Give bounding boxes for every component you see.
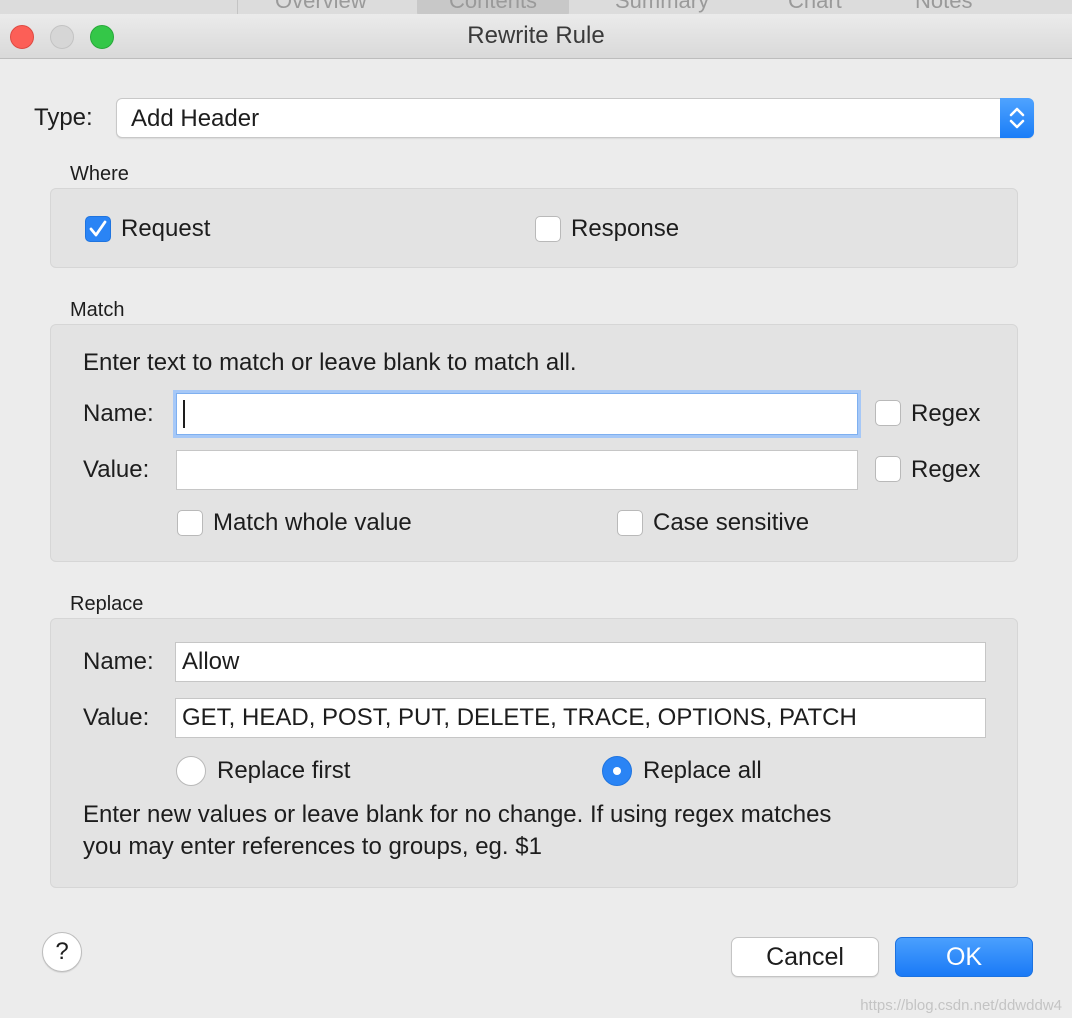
type-select-value: Add Header [131,105,260,132]
where-section-title: Where [70,163,129,185]
match-whole-value-checkbox[interactable] [177,510,203,536]
match-value-label: Value: [83,456,150,483]
case-sensitive-checkbox[interactable] [617,510,643,536]
background-tab-overview: Overview [275,0,367,13]
replace-value-label: Value: [83,704,150,731]
type-select[interactable]: Add Header [116,98,1034,138]
type-label: Type: [34,104,93,131]
cancel-button[interactable]: Cancel [731,937,879,977]
replace-note-line-1: Enter new values or leave blank for no c… [83,801,832,828]
name-regex-label[interactable]: Regex [911,400,980,428]
minimize-window-button[interactable] [50,25,74,49]
replace-note-line-2: you may enter references to groups, eg. … [83,833,542,860]
match-value-input[interactable] [176,450,858,490]
replace-value-input[interactable]: GET, HEAD, POST, PUT, DELETE, TRACE, OPT… [175,698,986,738]
close-window-button[interactable] [10,25,34,49]
window-title: Rewrite Rule [467,22,605,49]
response-label[interactable]: Response [571,215,679,243]
chevron-up-down-icon[interactable] [1000,98,1034,138]
value-regex-label[interactable]: Regex [911,456,980,484]
background-tab-bar: Overview Contents Summary Chart Notes [0,0,1072,14]
name-regex-checkbox[interactable] [875,400,901,426]
replace-note: Enter new values or leave blank for no c… [83,799,831,863]
replace-name-input[interactable]: Allow [175,642,986,682]
request-label[interactable]: Request [121,215,210,243]
match-whole-value-label[interactable]: Match whole value [213,509,412,537]
response-checkbox[interactable] [535,216,561,242]
replace-first-radio[interactable] [176,756,206,786]
match-name-label: Name: [83,400,154,427]
help-button[interactable]: ? [42,932,82,972]
zoom-window-button[interactable] [90,25,114,49]
match-group: Enter text to match or leave blank to ma… [50,324,1018,562]
replace-first-label[interactable]: Replace first [217,757,350,785]
replace-all-label[interactable]: Replace all [643,757,762,785]
replace-all-radio[interactable] [602,756,632,786]
match-section-title: Match [70,299,125,321]
match-hint: Enter text to match or leave blank to ma… [83,349,577,376]
background-tab-chart: Chart [788,0,842,13]
ok-button[interactable]: OK [895,937,1033,977]
background-divider [237,0,238,14]
rewrite-rule-dialog: Rewrite Rule Type: Add Header Where Requ… [0,14,1072,1018]
background-tab-contents: Contents [417,0,570,14]
request-checkbox[interactable] [85,216,111,242]
radio-dot-icon [613,767,621,775]
value-regex-checkbox[interactable] [875,456,901,482]
background-tab-summary: Summary [615,0,710,13]
text-caret [183,400,185,428]
checkmark-icon [89,220,107,237]
background-tab-notes: Notes [915,0,973,13]
case-sensitive-label[interactable]: Case sensitive [653,509,809,537]
where-group: Request Response [50,188,1018,268]
replace-section-title: Replace [70,593,144,615]
replace-name-label: Name: [83,648,154,675]
watermark-text: https://blog.csdn.net/ddwddw4 [860,997,1062,1014]
replace-group: Name: Allow Value: GET, HEAD, POST, PUT,… [50,618,1018,888]
title-bar: Rewrite Rule [0,14,1072,59]
match-name-input[interactable] [176,393,858,435]
question-mark-icon: ? [55,938,69,965]
